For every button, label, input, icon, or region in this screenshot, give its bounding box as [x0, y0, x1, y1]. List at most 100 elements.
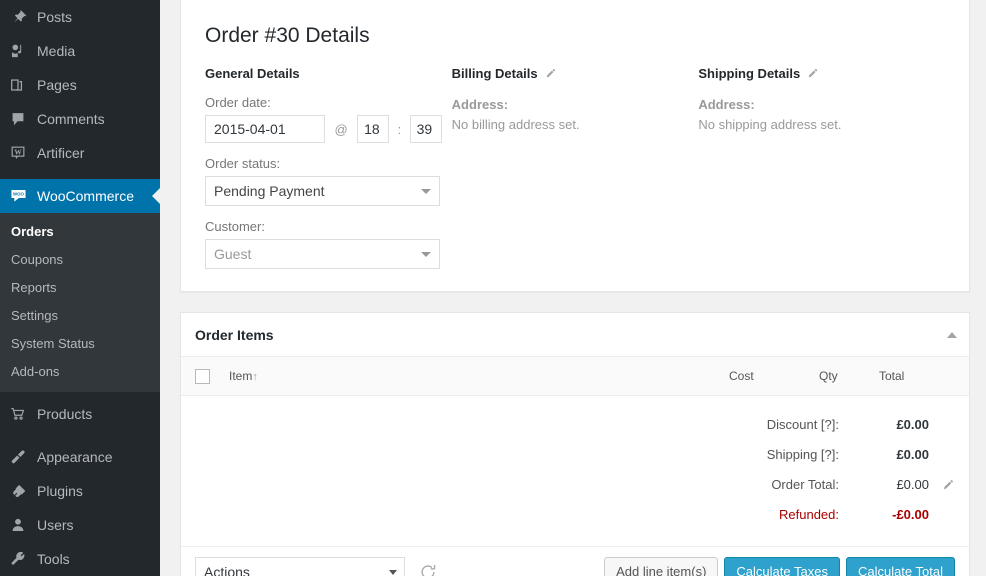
order-items-title: Order Items: [195, 327, 274, 343]
shipping-value: £0.00: [839, 440, 931, 470]
user-icon: [8, 515, 28, 535]
customer-select[interactable]: Guest: [205, 239, 440, 269]
at-symbol: @: [329, 122, 352, 137]
calculate-total-button[interactable]: Calculate Total: [846, 557, 955, 576]
sidebar-item-label: WooCommerce: [28, 179, 134, 213]
customer-select-wrap: Guest: [205, 239, 440, 269]
sidebar-item-artificer[interactable]: W Artificer: [0, 136, 160, 170]
add-line-items-button[interactable]: Add line item(s): [604, 557, 718, 576]
pencil-icon[interactable]: [931, 478, 955, 492]
woocommerce-submenu: Orders Coupons Reports Settings System S…: [0, 213, 160, 392]
order-items-panel: Order Items Item↑ Cost Qty Total: [180, 312, 970, 576]
page-title: Order #30 Details: [205, 20, 945, 65]
shipping-details-label: Shipping Details: [698, 66, 800, 81]
discount-label: Discount [?]:: [767, 410, 839, 440]
totals-row-refunded: Refunded: -£0.00: [181, 500, 969, 530]
shipping-details-column: Shipping Details Address: No shipping ad…: [698, 65, 945, 269]
main-content: Order #30 Details General Details Order …: [160, 0, 986, 576]
billing-address-value: No billing address set.: [452, 115, 699, 135]
sidebar-item-label: Products: [28, 397, 92, 431]
sort-ascending-icon: ↑: [252, 371, 258, 383]
totals-row-order-total: Order Total: £0.00: [181, 470, 969, 500]
sidebar-item-woocommerce[interactable]: WOO WooCommerce: [0, 179, 160, 213]
cart-icon: [8, 404, 28, 424]
caret-up-icon[interactable]: [947, 332, 957, 338]
admin-screen: Posts Media Pages: [0, 0, 986, 576]
totals-row-discount: Discount [?]: £0.00: [181, 410, 969, 440]
shipping-address-value: No shipping address set.: [698, 115, 945, 135]
sidebar-item-appearance[interactable]: Appearance: [0, 440, 160, 474]
sidebar-item-add-ons[interactable]: Add-ons: [0, 358, 160, 386]
sidebar-item-comments[interactable]: Comments: [0, 102, 160, 136]
totals-row-shipping: Shipping [?]: £0.00: [181, 440, 969, 470]
order-items-footer-buttons: Add line item(s) Calculate Taxes Calcula…: [604, 557, 955, 576]
shipping-details-heading: Shipping Details: [698, 65, 945, 81]
general-details-heading: General Details: [205, 65, 452, 81]
admin-sidebar: Posts Media Pages: [0, 0, 160, 576]
order-items-table: Item↑ Cost Qty Total: [181, 357, 969, 395]
refunded-label: Refunded:: [779, 500, 839, 530]
order-total-value: £0.00: [839, 470, 931, 500]
media-icon: [8, 41, 28, 61]
sidebar-item-coupons[interactable]: Coupons: [0, 246, 160, 274]
order-data-panel: Order #30 Details General Details Order …: [180, 0, 970, 292]
select-all-header: [181, 357, 229, 395]
customer-label: Customer:: [205, 219, 452, 234]
general-details-column: General Details Order date: @ : Order st…: [205, 65, 452, 269]
billing-details-label: Billing Details: [452, 66, 538, 81]
pencil-icon[interactable]: [544, 67, 557, 80]
calculate-taxes-button[interactable]: Calculate Taxes: [724, 557, 840, 576]
sidebar-item-orders[interactable]: Orders: [0, 218, 160, 246]
svg-text:WOO: WOO: [13, 191, 25, 196]
sidebar-item-system-status[interactable]: System Status: [0, 330, 160, 358]
wrench-icon: [8, 549, 28, 569]
billing-details-heading: Billing Details: [452, 65, 699, 81]
sidebar-item-reports[interactable]: Reports: [0, 274, 160, 302]
actions-select[interactable]: Actions: [195, 557, 405, 576]
order-minute-input[interactable]: [410, 115, 442, 143]
sidebar-item-pages[interactable]: Pages: [0, 68, 160, 102]
order-hour-input[interactable]: [357, 115, 389, 143]
order-totals: Discount [?]: £0.00 Shipping [?]: £0.00 …: [181, 396, 969, 546]
sidebar-item-label: Tools: [28, 542, 70, 576]
time-separator: :: [394, 122, 406, 137]
order-total-label: Order Total:: [771, 470, 839, 500]
order-date-input[interactable]: [205, 115, 325, 143]
sidebar-item-plugins[interactable]: Plugins: [0, 474, 160, 508]
sidebar-item-settings[interactable]: Settings: [0, 302, 160, 330]
billing-address-label: Address:: [452, 95, 699, 115]
sidebar-item-label: Users: [28, 508, 74, 542]
sidebar-item-posts[interactable]: Posts: [0, 0, 160, 34]
sidebar-item-tools[interactable]: Tools: [0, 542, 160, 576]
select-all-checkbox[interactable]: [195, 369, 210, 384]
total-column-header: Total: [879, 357, 969, 395]
sidebar-divider: [0, 431, 160, 440]
refunded-value: -£0.00: [839, 500, 931, 530]
order-status-label: Order status:: [205, 156, 452, 171]
general-details-label: General Details: [205, 66, 300, 81]
order-date-label: Order date:: [205, 95, 452, 110]
shipping-label: Shipping [?]:: [767, 440, 839, 470]
qty-column-header: Qty: [819, 357, 879, 395]
pencil-icon[interactable]: [806, 67, 819, 80]
sidebar-item-users[interactable]: Users: [0, 508, 160, 542]
actions-select-wrap: Actions: [195, 557, 405, 576]
sidebar-item-label: Artificer: [28, 136, 84, 170]
order-status-select[interactable]: Pending Payment: [205, 176, 440, 206]
order-items-panel-header: Order Items: [181, 313, 969, 357]
item-column-header[interactable]: Item↑: [229, 357, 729, 395]
order-date-row: @ :: [205, 115, 452, 143]
order-items-footer: Actions Add line item(s) Calculate Taxes…: [181, 546, 969, 576]
sidebar-divider: [0, 170, 160, 179]
sidebar-item-label: Posts: [28, 0, 72, 34]
order-status-select-wrap: Pending Payment: [205, 176, 440, 206]
sidebar-item-media[interactable]: Media: [0, 34, 160, 68]
sidebar-item-products[interactable]: Products: [0, 397, 160, 431]
billing-details-column: Billing Details Address: No billing addr…: [452, 65, 699, 269]
order-items-footer-left: Actions: [195, 557, 439, 576]
wordpress-w-icon: W: [8, 143, 28, 163]
comment-icon: [8, 109, 28, 129]
cost-column-header: Cost: [729, 357, 819, 395]
shipping-address-label: Address:: [698, 95, 945, 115]
refresh-icon[interactable]: [417, 561, 439, 576]
